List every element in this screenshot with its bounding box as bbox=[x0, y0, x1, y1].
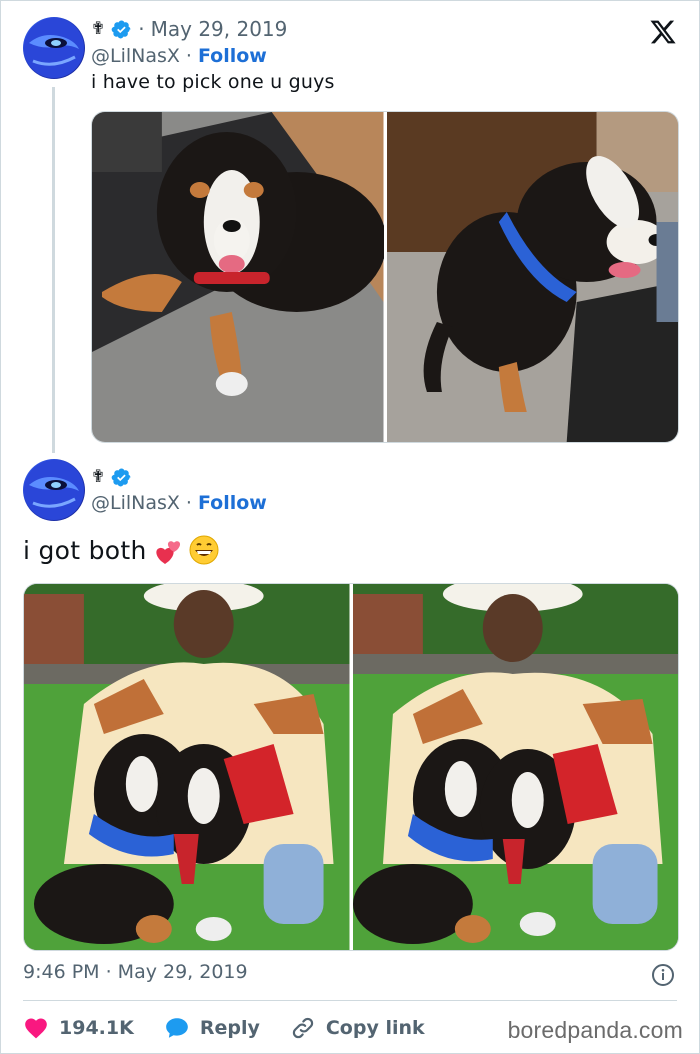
follow-button[interactable]: Follow bbox=[198, 492, 267, 514]
man-with-two-puppies-photo-2[interactable] bbox=[352, 584, 678, 950]
separator: · bbox=[185, 45, 192, 67]
x-logo-icon[interactable] bbox=[649, 18, 677, 46]
tweet-card: ✟ · May 29, 2019 @LilNasX · Follow i hav… bbox=[0, 0, 700, 1054]
handle-row: @LilNasX · Follow bbox=[91, 43, 267, 69]
puppy-on-mat-photo[interactable] bbox=[92, 112, 384, 442]
reply-label: Reply bbox=[199, 1017, 260, 1039]
tweet-text-row: i got both bbox=[23, 535, 219, 565]
copy-link-label: Copy link bbox=[325, 1017, 425, 1039]
reply-bubble-icon bbox=[165, 1018, 188, 1038]
like-count: 194.1K bbox=[59, 1017, 134, 1039]
follow-button[interactable]: Follow bbox=[198, 45, 267, 67]
copy-link-button[interactable]: Copy link bbox=[290, 1015, 425, 1041]
link-icon bbox=[292, 1017, 313, 1039]
separator: · bbox=[138, 17, 145, 41]
tweet-meta: ✟ · May 29, 2019 bbox=[91, 15, 287, 43]
cross-emoji: ✟ bbox=[91, 19, 106, 39]
user-handle[interactable]: @LilNasX bbox=[91, 45, 180, 67]
thread-line bbox=[52, 87, 55, 453]
handle-row: @LilNasX · Follow bbox=[91, 489, 267, 517]
divider bbox=[23, 1000, 677, 1001]
two-hearts-emoji-icon bbox=[153, 535, 183, 565]
reply-button[interactable]: Reply bbox=[164, 1015, 260, 1041]
heart-icon bbox=[25, 1018, 47, 1039]
info-icon[interactable] bbox=[651, 963, 675, 987]
avatar[interactable] bbox=[23, 17, 85, 79]
man-with-two-puppies-photo[interactable] bbox=[24, 584, 350, 950]
separator: · bbox=[185, 492, 192, 514]
grinning-face-emoji-icon bbox=[189, 535, 219, 565]
tweet-date[interactable]: May 29, 2019 bbox=[151, 17, 288, 41]
like-button[interactable]: 194.1K bbox=[23, 1015, 134, 1041]
media-grid bbox=[23, 583, 679, 951]
action-bar: 194.1K Reply Copy link bbox=[23, 1011, 455, 1045]
user-handle[interactable]: @LilNasX bbox=[91, 492, 180, 514]
avatar[interactable] bbox=[23, 459, 85, 521]
tweet-text: i got both bbox=[23, 535, 147, 565]
verified-badge-icon bbox=[111, 467, 132, 488]
media-grid bbox=[91, 111, 679, 443]
tweet-text: i have to pick one u guys bbox=[91, 71, 335, 93]
puppy-blue-harness-photo[interactable] bbox=[386, 112, 678, 442]
verified-badge-icon bbox=[111, 19, 132, 40]
tweet-meta: ✟ bbox=[91, 463, 132, 491]
watermark: boredpanda.com bbox=[507, 1017, 683, 1043]
cross-emoji: ✟ bbox=[91, 467, 106, 487]
tweet-timestamp[interactable]: 9:46 PM · May 29, 2019 bbox=[23, 961, 248, 983]
